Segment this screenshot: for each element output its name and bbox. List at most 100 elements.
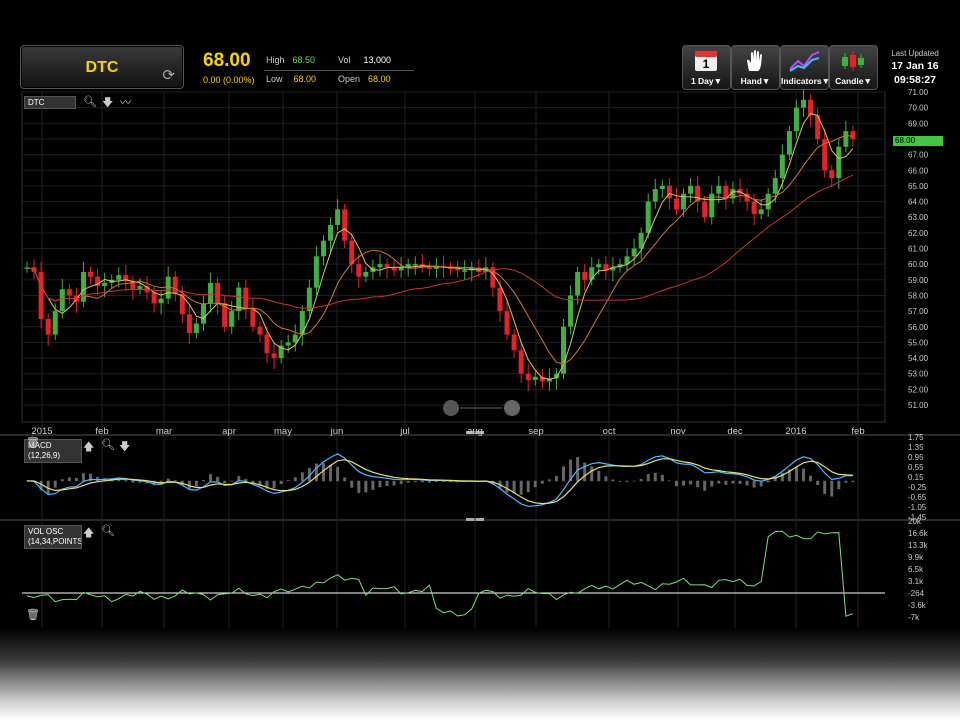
macd-histogram-bar (851, 480, 855, 483)
macd-histogram-bar (67, 477, 71, 482)
candle-body (829, 170, 835, 179)
candle-body (497, 287, 503, 312)
macd-histogram-bar (216, 476, 220, 482)
vol-label: VOL OSC (28, 527, 64, 536)
macd-histogram-bar (625, 480, 629, 482)
arrow-down-icon[interactable]: 🡇 (102, 94, 113, 113)
candle-body (52, 311, 58, 335)
macd-histogram-bar (329, 464, 333, 482)
candle-body (652, 189, 658, 202)
candle-body (215, 282, 221, 304)
y-tick-label: 70.00 (908, 104, 929, 113)
macd-tick-label: 0.15 (908, 473, 924, 482)
arrow-up-icon[interactable]: 🡅 (83, 524, 94, 543)
main-panel-label[interactable]: DTC (24, 96, 76, 109)
x-tick-label: may (274, 426, 292, 437)
candle-body (702, 201, 708, 218)
y-tick-label: 69.00 (908, 119, 929, 128)
candle-body (137, 286, 143, 290)
zoom-out-icon (443, 400, 459, 416)
macd-histogram-bar (53, 480, 57, 488)
x-tick-label: mar (156, 426, 172, 437)
candle-body (786, 131, 792, 155)
vol-tick-label: 20k (908, 517, 922, 526)
candle-body (264, 334, 270, 354)
macd-histogram-bar (766, 480, 770, 483)
macd-histogram-bar (611, 479, 615, 482)
zoom-icon[interactable]: 🔍︎ (83, 95, 97, 108)
candle-body (186, 314, 192, 334)
moving-averages (26, 112, 854, 380)
chart-area[interactable]: 51.00 52.00 53.00 54.00 55.00 56.00 57.00 58.00… (0, 0, 960, 640)
macd-histogram-bar (357, 480, 361, 493)
y-tick-label: 52.00 (908, 385, 929, 394)
y-tick-label: 55.00 (908, 338, 929, 347)
candle-body (158, 298, 164, 304)
macd-histogram-bar (682, 480, 686, 486)
macd-histogram-bar (427, 480, 431, 483)
macd-histogram-bar (667, 480, 671, 482)
candle-body (412, 264, 418, 266)
candle-body (313, 256, 319, 288)
macd-histogram-bar (689, 480, 693, 485)
trash-icon[interactable]: 🗑 (26, 436, 40, 449)
y-tick-label: 62.00 (908, 229, 929, 238)
macd-histogram-bar (731, 480, 735, 484)
macd-histogram-bar (209, 474, 213, 482)
candle-body (518, 350, 524, 374)
macd-histogram-bar (540, 480, 544, 484)
macd-histogram-bar (420, 480, 424, 483)
candle-body (801, 99, 807, 108)
arrow-up-icon[interactable]: 🡅 (83, 438, 94, 457)
vol-tick-label: 13.3k (908, 541, 929, 550)
y-tick-label: 60.00 (908, 260, 929, 269)
candle-body (328, 225, 334, 241)
candles (24, 89, 856, 392)
zoom-icon[interactable]: 🔍︎ (101, 524, 115, 537)
macd-histogram-bar (314, 463, 318, 482)
vol-panel-label[interactable]: VOL OSC (14,34,POINTS (24, 525, 82, 549)
x-tick-label: sep (528, 426, 543, 437)
candle-body (575, 271, 581, 296)
trash-icon[interactable]: 🗑 (26, 608, 40, 621)
candle-body (88, 271, 94, 277)
macd-histogram-bar (844, 480, 848, 483)
x-tick-label: jul (399, 426, 410, 437)
candle-body (758, 209, 764, 215)
zoom-icon[interactable]: 🔍︎ (101, 438, 115, 451)
macd-tick-label: 1.35 (908, 443, 924, 452)
arrow-down-icon[interactable]: 🡇 (119, 438, 130, 457)
macd-tick-label: -0.65 (908, 493, 927, 502)
current-price-tag: 68.00 (893, 136, 943, 146)
macd-histogram-bar (279, 480, 283, 485)
macd-params: (12,26,9) (28, 451, 61, 460)
macd-histogram-bar (96, 476, 100, 482)
macd-histogram-bar (364, 480, 368, 493)
macd-histogram-bar (343, 477, 347, 482)
grid (0, 91, 960, 630)
macd-histogram-bar (597, 470, 601, 482)
macd-histogram-bar (505, 480, 509, 493)
candle-body (250, 307, 256, 327)
macd-histogram-bar (81, 473, 85, 482)
x-tick-label: jun (330, 426, 344, 437)
candle-body (384, 264, 390, 268)
candle-body (200, 303, 206, 324)
candle-body (271, 353, 277, 359)
y-tick-label: 61.00 (908, 245, 929, 254)
y-tick-label: 59.00 (908, 276, 929, 285)
macd-histogram-bar (187, 480, 191, 489)
candle-body (80, 271, 86, 302)
candle-body (843, 131, 849, 147)
ma-fast-line (26, 112, 854, 380)
candle-body (208, 282, 214, 304)
candle-body (38, 271, 44, 319)
candle-body (716, 185, 722, 194)
x-tick-label: aug (467, 426, 483, 437)
y-tick-label: 57.00 (908, 307, 929, 316)
macd-histogram-bar (745, 480, 749, 486)
line-style-icon[interactable]: 〰 (120, 94, 131, 110)
vol-tick-label: -3.6k (908, 601, 927, 610)
macd-histogram-bar (646, 474, 650, 482)
macd-histogram-bar (710, 480, 714, 487)
